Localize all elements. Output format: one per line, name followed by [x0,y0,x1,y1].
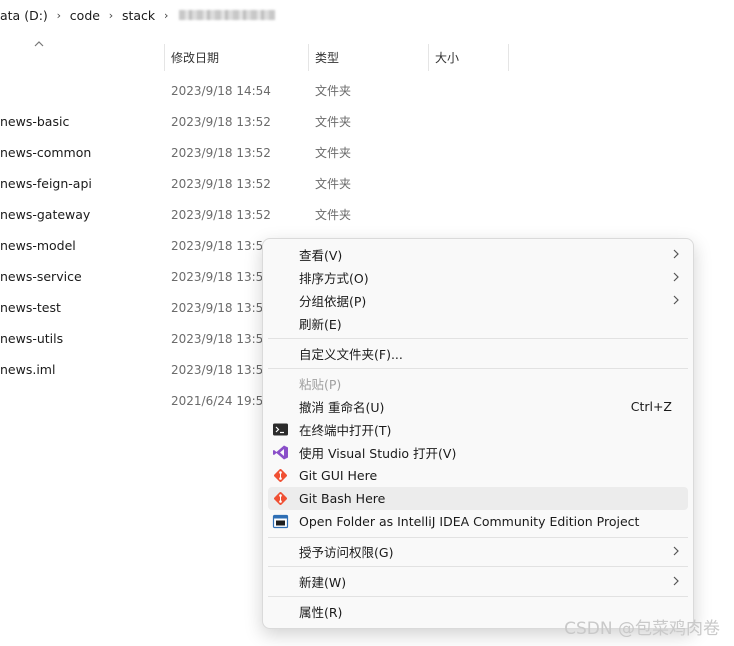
file-type: 文件夹 [315,84,352,98]
menu-item-paste[interactable]: 粘贴(P) [268,372,688,395]
menu-item-give-access[interactable]: 授予访问权限(G) [268,540,688,563]
menu-separator [268,596,688,597]
file-modified-date: 2023/9/18 13:52 [171,269,271,284]
file-name: news-test [0,300,61,315]
file-name: news-gateway [0,207,91,222]
menu-item-view[interactable]: 查看(V) [268,243,688,266]
file-modified-date: 2023/9/18 13:52 [171,331,271,346]
breadcrumb-chevron-icon[interactable]: › [100,9,122,22]
menu-item-open-in-terminal[interactable]: 在终端中打开(T) [268,418,688,441]
menu-item-open-with-visual-studio[interactable]: 使用 Visual Studio 打开(V) [268,441,688,464]
menu-item-label: 属性(R) [299,605,343,620]
file-row[interactable]: news-common 2023/9/18 13:52 文件夹 [0,137,734,168]
terminal-icon [273,423,288,436]
file-row[interactable]: 2023/9/18 14:54 文件夹 [0,75,734,106]
column-divider[interactable] [428,44,429,71]
file-modified-date: 2023/9/18 13:52 [171,207,271,222]
file-modified-date: 2023/9/18 13:52 [171,145,271,160]
breadcrumb-chevron-icon[interactable]: › [48,9,70,22]
menu-item-label: Git GUI Here [299,468,378,483]
context-menu: 查看(V) 排序方式(O) 分组依据(P) 刷新(E) 自定义文件夹(F)...… [262,238,694,629]
file-type: 文件夹 [315,115,352,129]
column-divider[interactable] [164,44,165,71]
menu-item-label: 粘贴(P) [299,377,342,392]
file-row[interactable]: news-basic 2023/9/18 13:52 文件夹 [0,106,734,137]
menu-item-customize-folder[interactable]: 自定义文件夹(F)... [268,342,688,365]
file-modified-date: 2021/6/24 19:51 [171,393,271,408]
file-name: news-common [0,145,92,160]
git-icon [274,469,287,482]
breadcrumb-drive[interactable]: ata (D:) [0,8,48,23]
menu-item-sort-by[interactable]: 排序方式(O) [268,266,688,289]
chevron-right-icon [673,295,679,305]
file-modified-date: 2023/9/18 13:52 [171,362,271,377]
breadcrumb-folder-code[interactable]: code [70,8,100,23]
menu-item-label: 在终端中打开(T) [299,423,392,438]
menu-item-label: 撤消 重命名(U) [299,400,385,415]
file-row[interactable]: news-gateway 2023/9/18 13:52 文件夹 [0,199,734,230]
column-header-type[interactable]: 类型 [315,44,339,71]
file-name: news-feign-api [0,176,92,191]
file-type: 文件夹 [315,146,352,160]
column-divider[interactable] [508,44,509,71]
menu-item-git-bash-here[interactable]: Git Bash Here [268,487,688,510]
breadcrumb-folder-redacted[interactable] [179,10,276,20]
file-type: 文件夹 [315,177,352,191]
watermark: CSDN @包菜鸡肉卷 [564,619,720,639]
menu-item-group-by[interactable]: 分组依据(P) [268,289,688,312]
file-name: news-basic [0,114,70,129]
file-modified-date: 2023/9/18 13:52 [171,114,271,129]
file-name: news.iml [0,362,56,377]
menu-item-git-gui-here[interactable]: Git GUI Here [268,464,688,487]
menu-item-label: Git Bash Here [299,491,386,506]
chevron-right-icon [673,249,679,259]
intellij-icon [272,514,289,529]
file-row[interactable]: news-feign-api 2023/9/18 13:52 文件夹 [0,168,734,199]
menu-item-label: 排序方式(O) [299,271,369,286]
chevron-right-icon [673,546,679,556]
menu-item-shortcut: Ctrl+Z [630,399,672,414]
menu-item-undo-rename[interactable]: 撤消 重命名(U) Ctrl+Z [268,395,688,418]
menu-item-label: 自定义文件夹(F)... [299,347,403,362]
menu-item-new[interactable]: 新建(W) [268,570,688,593]
menu-item-label: Open Folder as IntelliJ IDEA Community E… [299,514,640,529]
menu-separator [268,566,688,567]
file-name: news-service [0,269,82,284]
breadcrumb-folder-stack[interactable]: stack [122,8,155,23]
file-modified-date: 2023/9/18 13:52 [171,238,271,253]
file-type: 文件夹 [315,208,352,222]
menu-item-label: 查看(V) [299,248,343,263]
menu-separator [268,338,688,339]
git-icon [274,492,287,505]
menu-item-label: 新建(W) [299,575,347,590]
menu-item-label: 分组依据(P) [299,294,367,309]
file-modified-date: 2023/9/18 14:54 [171,83,271,98]
file-name: news-model [0,238,76,253]
menu-item-label: 使用 Visual Studio 打开(V) [299,446,457,461]
file-modified-date: 2023/9/18 13:52 [171,176,271,191]
chevron-right-icon [673,576,679,586]
file-name: news-utils [0,331,64,346]
file-modified-date: 2023/9/18 13:52 [171,300,271,315]
breadcrumb-chevron-icon[interactable]: › [155,9,177,22]
menu-item-label: 刷新(E) [299,317,342,332]
column-header-date[interactable]: 修改日期 [171,44,219,71]
column-header-size[interactable]: 大小 [435,44,459,71]
sort-ascending-icon[interactable] [33,40,45,48]
breadcrumb: ata (D:) › code › stack › [0,0,734,30]
menu-separator [268,368,688,369]
column-divider[interactable] [308,44,309,71]
chevron-right-icon [673,272,679,282]
menu-item-open-intellij-project[interactable]: Open Folder as IntelliJ IDEA Community E… [268,510,688,533]
menu-separator [268,537,688,538]
menu-item-label: 授予访问权限(G) [299,545,394,560]
visual-studio-icon [273,445,288,460]
menu-item-refresh[interactable]: 刷新(E) [268,312,688,335]
